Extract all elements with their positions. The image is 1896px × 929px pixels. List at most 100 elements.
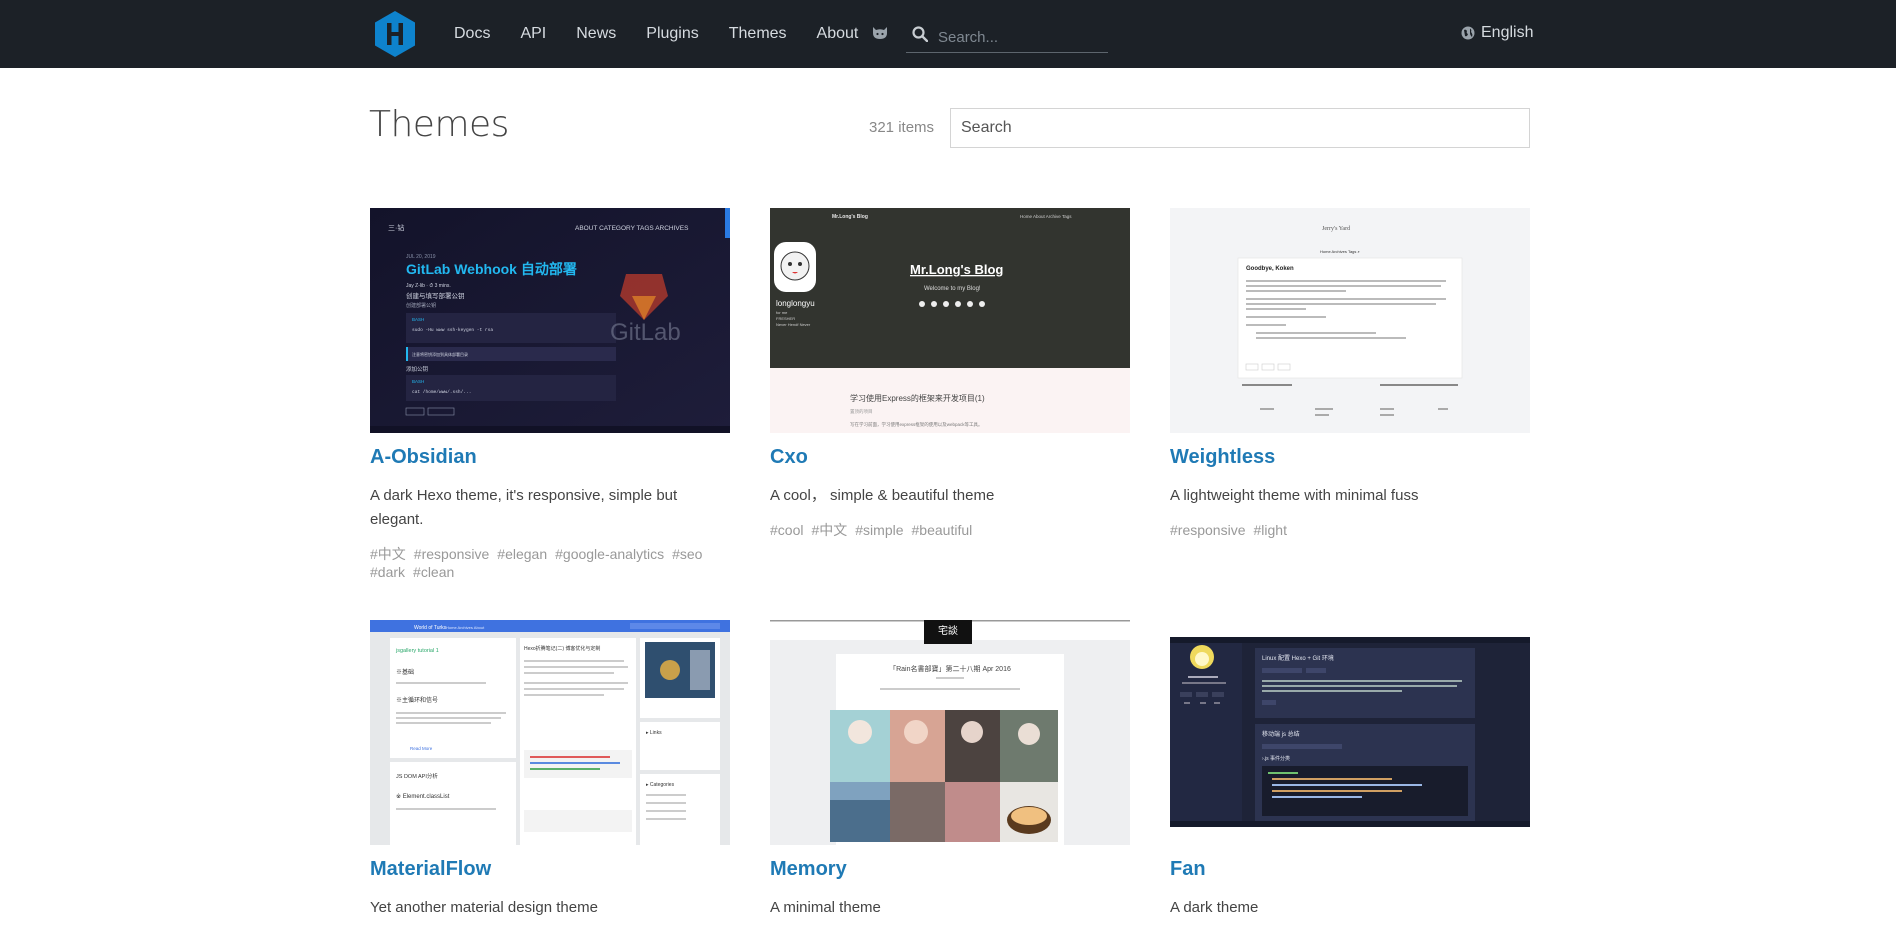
materialflow-preview: World of Turks Home Archives About jsgal…: [370, 620, 730, 845]
theme-tags: #cool #中文 #simple #beautiful: [770, 521, 1130, 539]
theme-screenshot[interactable]: 宅談 「Rain名書部寶」第二十八期 Apr 2016: [770, 620, 1130, 845]
svg-text:置顶的项目: 置顶的项目: [850, 408, 873, 415]
svg-text:宅談: 宅談: [938, 624, 958, 637]
theme-description: A dark Hexo theme, it's responsive, simp…: [370, 487, 678, 528]
theme-description: Yet another material design theme: [370, 899, 598, 916]
site-search: [906, 20, 1108, 53]
theme-count: 321 items: [869, 119, 935, 136]
svg-text:Hexo折腾笔记(二) 博客优化与定制: Hexo折腾笔记(二) 博客优化与定制: [524, 645, 600, 652]
theme-screenshot[interactable]: World of Turks Home Archives About jsgal…: [370, 620, 730, 845]
svg-text:Home About Archive Tags: Home About Archive Tags: [1020, 214, 1072, 219]
svg-text:三·钻: 三·钻: [388, 223, 404, 232]
svg-text:World of Turks: World of Turks: [414, 625, 447, 631]
cxo-preview: Mr.Long's Blog Home About Archive Tags M…: [770, 208, 1130, 433]
svg-text:GitLab: GitLab: [610, 319, 681, 346]
github-icon[interactable]: [871, 24, 889, 42]
hexo-logo-icon[interactable]: [374, 10, 416, 58]
theme-screenshot[interactable]: 三·钻 ABOUT CATEGORY TAGS ARCHIVES JUL 20,…: [370, 208, 730, 433]
theme-filter-input[interactable]: [950, 108, 1530, 148]
weightless-preview: Jerry's Yard Home Archives Tags ⌕ Goodby…: [1170, 208, 1530, 433]
svg-text:Jerry's Yard: Jerry's Yard: [1322, 226, 1350, 232]
theme-name-link[interactable]: Fan: [1170, 858, 1206, 881]
site-search-input[interactable]: [938, 26, 1103, 48]
theme-tags: #responsive #light: [1170, 521, 1530, 539]
svg-text:Never Hendf Never: Never Hendf Never: [776, 322, 811, 327]
svg-text:cat /home/www/.ssh/...: cat /home/www/.ssh/...: [412, 389, 471, 395]
theme-description: A lightweight theme with minimal fuss: [1170, 487, 1419, 504]
svg-text:移动端 js 总结: 移动端 js 总结: [1262, 730, 1300, 738]
theme-tag[interactable]: #beautiful: [912, 521, 973, 539]
theme-name-link[interactable]: Memory: [770, 858, 847, 881]
svg-text:Home Archives Tags ⌕: Home Archives Tags ⌕: [1320, 249, 1360, 254]
svg-text:Welcome to my Blog!: Welcome to my Blog!: [924, 286, 981, 292]
theme-tag[interactable]: #dark: [370, 563, 405, 581]
nav-about[interactable]: About: [817, 25, 859, 43]
a-obsidian-preview: 三·钻 ABOUT CATEGORY TAGS ARCHIVES JUL 20,…: [370, 208, 730, 433]
svg-text:Mr.Long's Blog: Mr.Long's Blog: [910, 262, 1003, 277]
svg-text:for me: for me: [776, 310, 788, 315]
theme-screenshot[interactable]: Linux 配置 Hexo + Git 环境 移动端 js 总结 ›.js 事件…: [1170, 620, 1530, 845]
svg-text:Home Archives About: Home Archives About: [446, 625, 485, 630]
svg-text:▸ Links: ▸ Links: [646, 730, 662, 736]
theme-description: A minimal theme: [770, 899, 881, 916]
svg-text:›.js 事件分类: ›.js 事件分类: [1262, 755, 1290, 762]
theme-name-link[interactable]: Weightless: [1170, 446, 1275, 469]
theme-tag[interactable]: #simple: [855, 521, 903, 539]
theme-tag[interactable]: #中文: [811, 521, 847, 539]
globe-icon: [1461, 26, 1475, 40]
theme-name-link[interactable]: A-Obsidian: [370, 446, 477, 469]
svg-text:Jay Z-lib · ⏱ 3 mins.: Jay Z-lib · ⏱ 3 mins.: [406, 283, 451, 289]
nav-docs[interactable]: Docs: [454, 25, 490, 43]
theme-tag[interactable]: #中文: [370, 545, 406, 563]
language-selector[interactable]: English: [1461, 24, 1533, 42]
theme-tag[interactable]: #clean: [413, 563, 454, 581]
theme-tag[interactable]: #cool: [770, 521, 803, 539]
theme-name-link[interactable]: Cxo: [770, 446, 808, 469]
svg-text:「Rain名書部寶」第二十八期 Apr 2016: 「Rain名書部寶」第二十八期 Apr 2016: [889, 664, 1011, 673]
page-title: Themes: [369, 104, 509, 145]
theme-tag[interactable]: #responsive: [414, 545, 490, 563]
theme-name-link[interactable]: MaterialFlow: [370, 858, 491, 881]
theme-screenshot[interactable]: Jerry's Yard Home Archives Tags ⌕ Goodby…: [1170, 208, 1530, 433]
theme-tag[interactable]: #seo: [672, 545, 702, 563]
svg-text:JUL 20, 2019: JUL 20, 2019: [406, 254, 436, 260]
svg-text:jsgallery tutorial 1: jsgallery tutorial 1: [395, 648, 439, 654]
svg-text:JS DOM API分析: JS DOM API分析: [396, 772, 438, 780]
fan-preview: Linux 配置 Hexo + Git 环境 移动端 js 总结 ›.js 事件…: [1170, 620, 1530, 845]
svg-text:Linux 配置 Hexo + Git 环境: Linux 配置 Hexo + Git 环境: [1262, 654, 1334, 662]
nav-api[interactable]: API: [520, 25, 546, 43]
svg-text:sudo -Hu www ssh-keygen -t rsa: sudo -Hu www ssh-keygen -t rsa: [412, 327, 493, 333]
theme-tag[interactable]: #light: [1254, 521, 1287, 539]
svg-text:※ Element.classList: ※ Element.classList: [396, 793, 450, 800]
theme-screenshot[interactable]: Mr.Long's Blog Home About Archive Tags M…: [770, 208, 1130, 433]
search-icon: [912, 26, 928, 42]
svg-text:注意将密钥添加到具体部署目录: 注意将密钥添加到具体部署目录: [412, 351, 468, 357]
language-label: English: [1481, 24, 1534, 41]
svg-text:Goodbye, Koken: Goodbye, Koken: [1246, 266, 1294, 272]
svg-text:ABOUT CATEGORY TAGS ARCHIVE: ABOUT CATEGORY TAGS ARCHIVES: [575, 225, 689, 232]
svg-text:学习使用Express的框架来开发项目(1): 学习使用Express的框架来开发项目(1): [850, 393, 985, 403]
svg-text:GitLab Webhook 自动部署: GitLab Webhook 自动部署: [406, 261, 577, 277]
svg-text:BASH: BASH: [412, 379, 424, 384]
svg-text:BASH: BASH: [412, 317, 424, 322]
theme-tags: #中文 #responsive #elegan #google-analytics #s…: [370, 545, 730, 581]
svg-text:添加公钥: 添加公钥: [406, 365, 429, 373]
svg-text:写在学习前面，学习使用express框架的使用以及webpa: 写在学习前面，学习使用express框架的使用以及webpack等工具。: [850, 421, 983, 428]
svg-text:▸ Categories: ▸ Categories: [646, 782, 675, 788]
theme-description: A dark theme: [1170, 899, 1259, 916]
svg-text:创建与填写部署公钥: 创建与填写部署公钥: [406, 291, 465, 300]
nav-themes[interactable]: Themes: [729, 25, 787, 43]
svg-text:创建部署公钥: 创建部署公钥: [406, 302, 436, 309]
nav-news[interactable]: News: [576, 25, 616, 43]
theme-tag[interactable]: #elegan: [497, 545, 547, 563]
svg-text:※主循环和信号: ※主循环和信号: [396, 696, 438, 704]
svg-text:Read More: Read More: [410, 746, 433, 751]
svg-text:※基础: ※基础: [396, 668, 414, 676]
theme-tag[interactable]: #responsive: [1170, 521, 1246, 539]
svg-text:longlongyu: longlongyu: [776, 299, 815, 308]
svg-text:FRESHER: FRESHER: [776, 316, 795, 321]
top-navbar: Docs API News Plugins Themes About Engli…: [0, 0, 1896, 68]
nav-plugins[interactable]: Plugins: [646, 25, 698, 43]
theme-tag[interactable]: #google-analytics: [555, 545, 664, 563]
theme-description: A cool， simple & beautiful theme: [770, 487, 995, 504]
